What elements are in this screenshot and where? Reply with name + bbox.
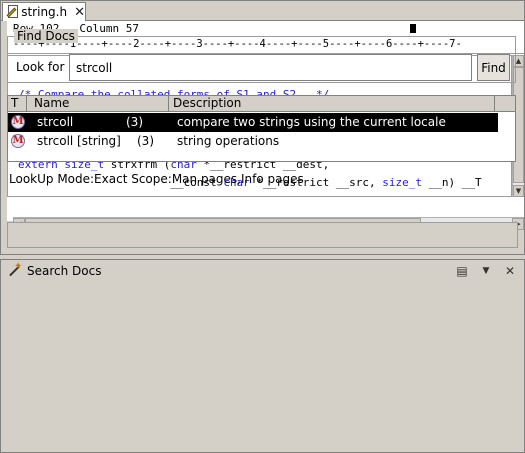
look-for-input[interactable] — [69, 54, 472, 81]
scroll-down-icon[interactable]: ▼ — [513, 185, 524, 197]
result-row[interactable]: Mstrcoll [string] (3) string operations — [8, 132, 498, 151]
column-header-type[interactable]: T — [8, 96, 27, 112]
result-name: strcoll [string] — [37, 134, 121, 148]
column-header-name[interactable]: Name — [27, 96, 169, 112]
view-header: ✦ Search Docs ▤ ▼ ✕ — [1, 260, 524, 282]
wand-icon: ✦ — [7, 261, 22, 278]
find-docs-legend: Find Docs — [14, 29, 78, 43]
code-token: __n) __T — [422, 175, 482, 189]
code-line[interactable] — [18, 191, 482, 196]
column-indicator: Column 57 — [79, 22, 139, 35]
result-description: string operations — [177, 134, 280, 148]
close-icon[interactable]: ✕ — [502, 263, 518, 279]
ruler-cursor-marker — [410, 24, 416, 33]
book-icon[interactable]: ▤ — [454, 263, 470, 279]
find-button[interactable]: Find — [477, 54, 510, 81]
man-page-icon: M — [11, 134, 25, 148]
result-description: compare two strings using the current lo… — [177, 115, 446, 129]
man-page-icon: M — [11, 115, 25, 129]
lookup-status: LookUp Mode:Exact Scope:Man pages,Info p… — [9, 172, 304, 186]
results-scroll-area — [498, 112, 515, 161]
code-keyword: size_t — [382, 175, 423, 189]
result-name: strcoll — [37, 115, 74, 129]
editor-footer-bar — [7, 222, 518, 248]
search-docs-view: ✦ Search Docs ▤ ▼ ✕ — [0, 259, 525, 453]
editor-tab-label: string.h — [21, 5, 68, 19]
results-header: T Name Description — [8, 96, 515, 112]
file-edit-icon — [6, 5, 18, 19]
editor-tab-string-h[interactable]: string.h ✕ — [2, 2, 86, 21]
close-icon[interactable]: ✕ — [74, 6, 85, 19]
editor-tab-bar: string.h ✕ — [1, 1, 524, 21]
result-count: (3) — [126, 115, 143, 129]
menu-dropdown-icon[interactable]: ▼ — [478, 263, 494, 279]
result-row[interactable]: Mstrcoll (3) compare two strings using the… — [8, 113, 498, 132]
column-header-description[interactable]: Description — [169, 96, 495, 112]
column-header-filler — [495, 96, 515, 112]
view-title: Search Docs — [27, 264, 102, 278]
result-count: (3) — [137, 134, 154, 148]
look-for-label: Look for — [16, 60, 65, 74]
results-table[interactable]: T Name Description Mstrcoll (3) compare tw… — [7, 95, 516, 162]
